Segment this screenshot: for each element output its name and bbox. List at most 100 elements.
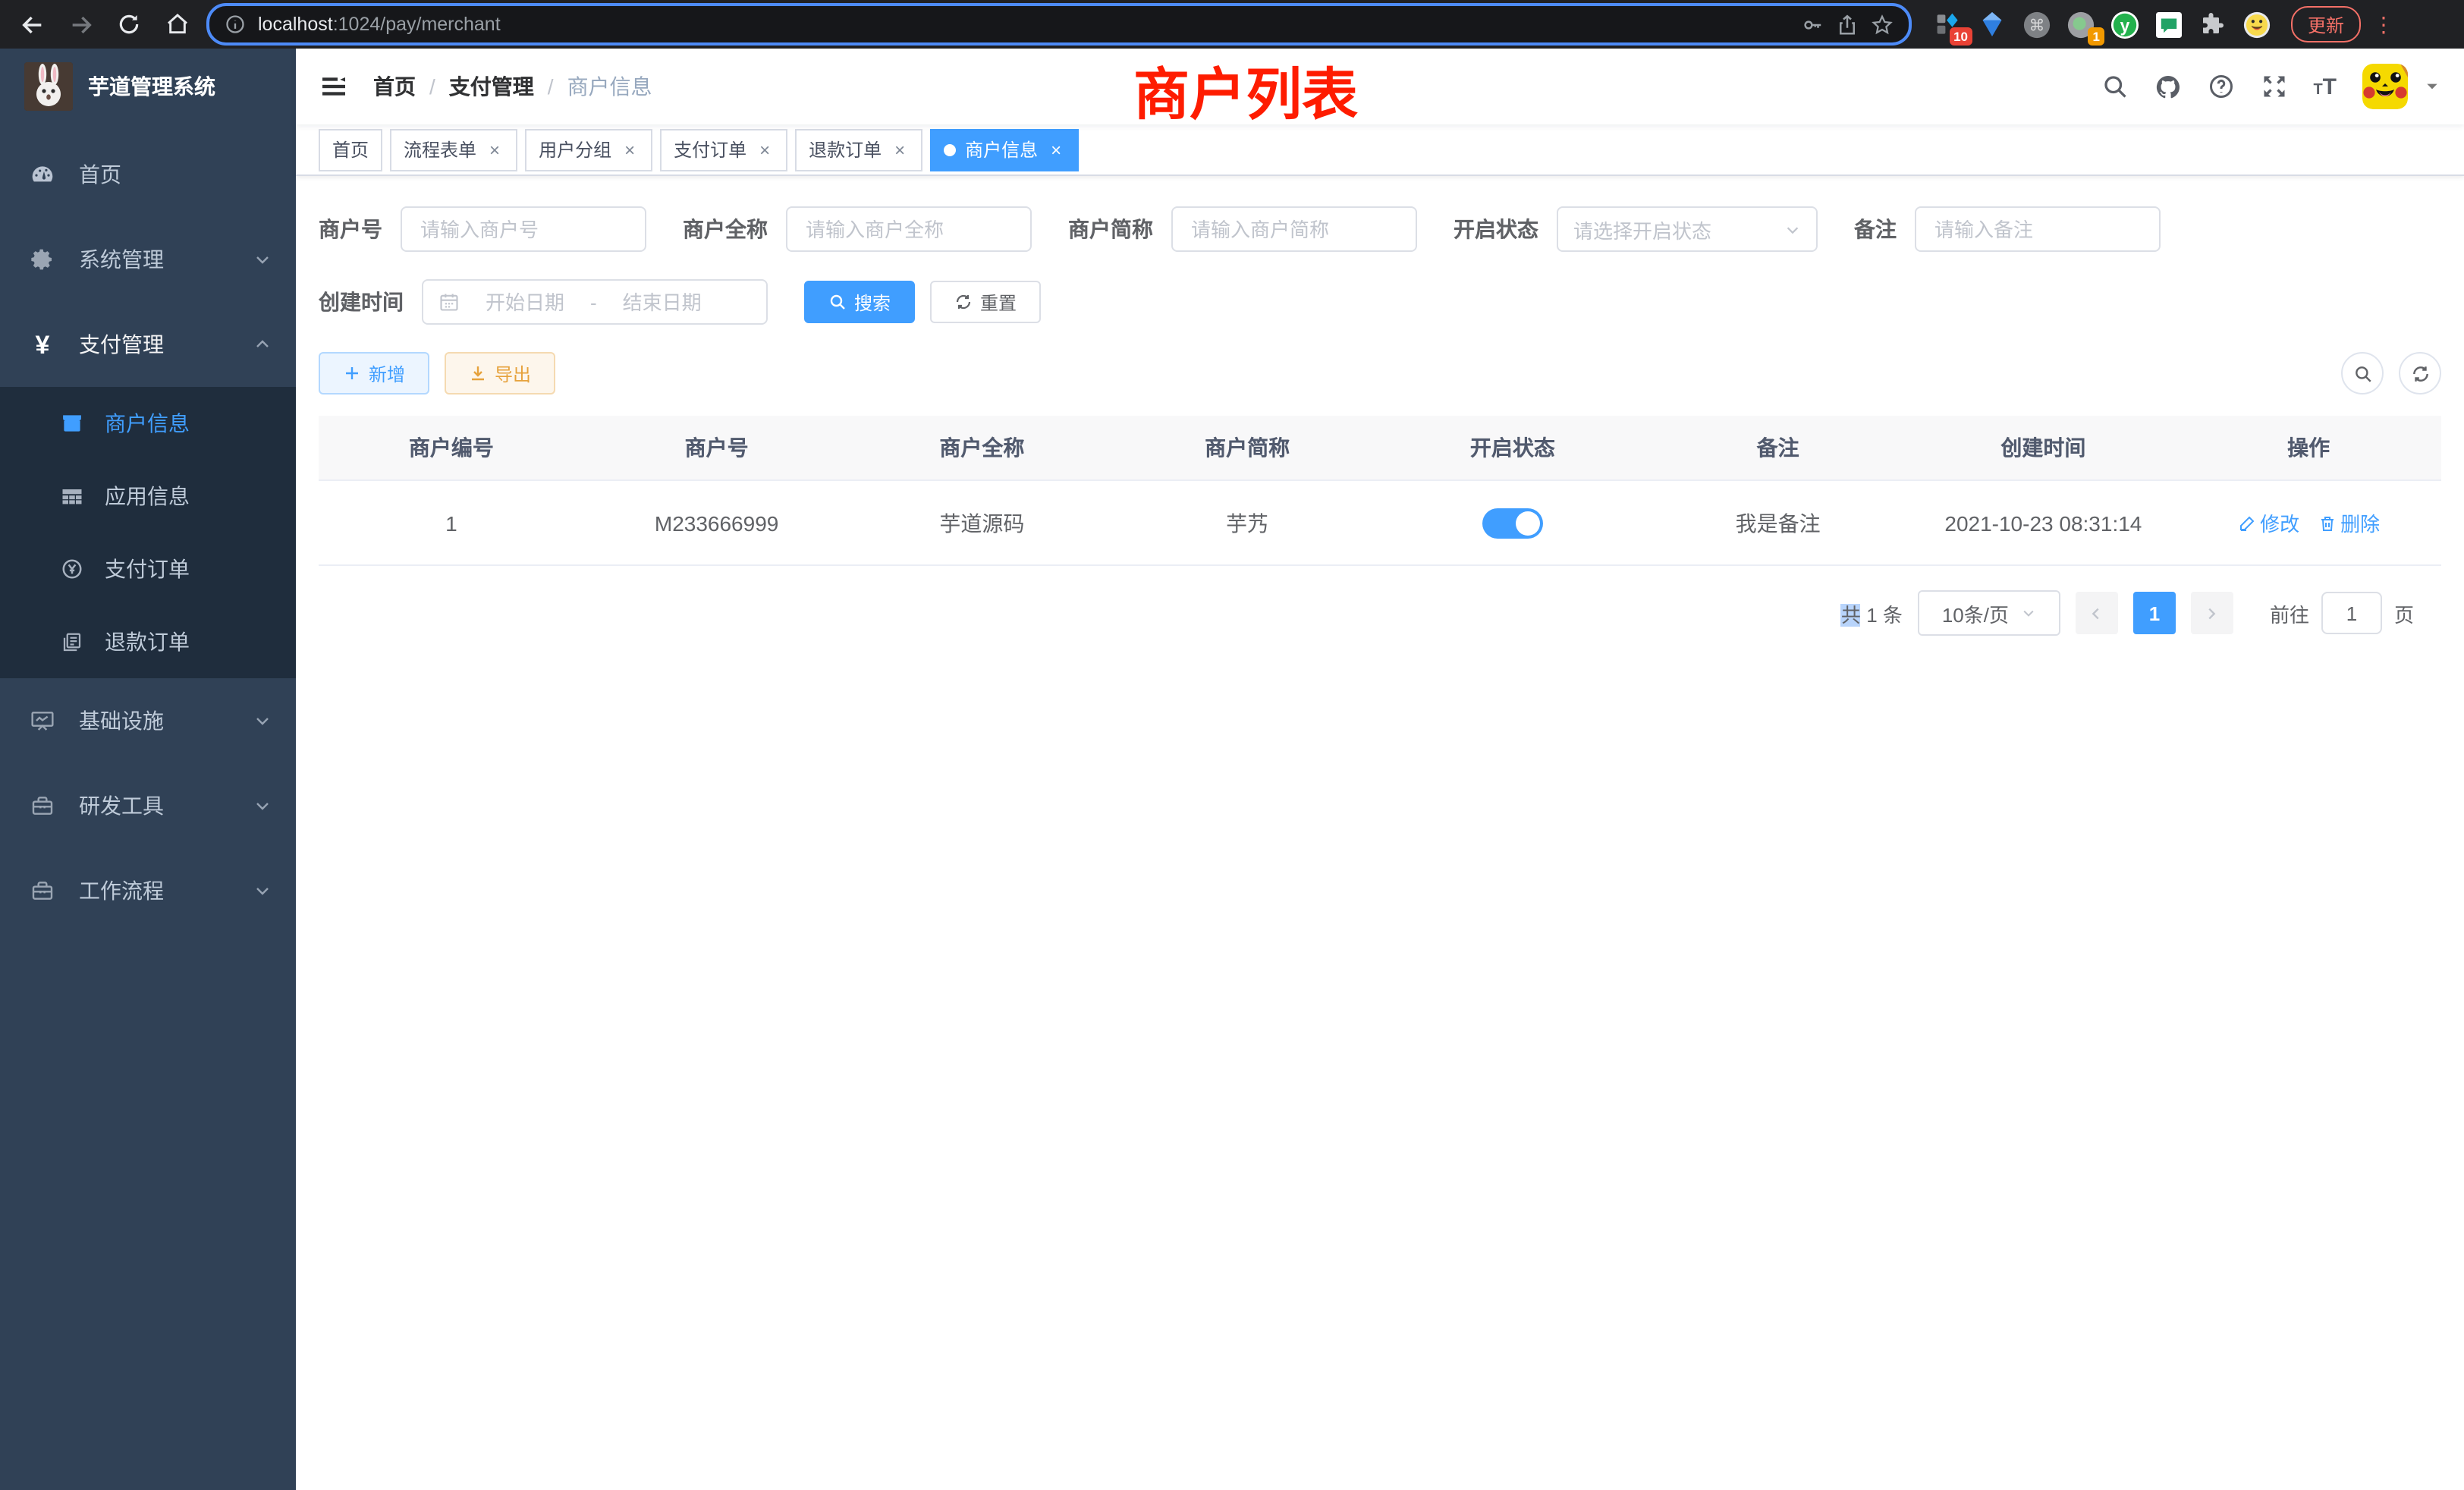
end-date-input	[606, 289, 718, 315]
short-name-input[interactable]	[1171, 206, 1417, 252]
cell-merchant-no: M233666999	[584, 480, 850, 565]
sidebar-item-infra[interactable]: 基础设施	[0, 678, 296, 763]
browser-menu-icon[interactable]: ⋮	[2374, 11, 2393, 37]
breadcrumb: 首页 / 支付管理 / 商户信息	[373, 71, 652, 102]
sidebar-item-label: 退款订单	[105, 627, 190, 657]
caret-down-icon[interactable]	[2425, 79, 2440, 94]
browser-toolbar: localhost:1024/pay/merchant 10 ⌘	[0, 0, 2464, 49]
sidebar-item-app-info[interactable]: 应用信息	[0, 460, 296, 533]
calendar-icon	[438, 291, 460, 313]
sidebar-item-refund-order[interactable]: 退款订单	[0, 605, 296, 678]
filter-create-time: 创建时间 -	[319, 279, 768, 325]
share-icon[interactable]	[1836, 13, 1859, 36]
filter-label: 商户全称	[683, 214, 768, 244]
sidebar-item-system[interactable]: 系统管理	[0, 217, 296, 302]
toggle-search-button[interactable]	[2341, 352, 2384, 395]
sidebar-item-workflow[interactable]: 工作流程	[0, 848, 296, 933]
extension-icon-chat[interactable]	[2153, 9, 2183, 39]
search-button[interactable]: 搜索	[804, 281, 915, 323]
date-range-picker[interactable]: -	[422, 279, 768, 325]
start-date-input	[469, 289, 581, 315]
extension-icon-1[interactable]: 10	[1933, 9, 1963, 39]
password-key-icon[interactable]	[1801, 13, 1824, 36]
github-icon[interactable]	[2154, 73, 2181, 100]
delete-link[interactable]: 删除	[2318, 508, 2380, 537]
extensions-puzzle-icon[interactable]	[2197, 9, 2227, 39]
breadcrumb-home[interactable]: 首页	[373, 71, 416, 102]
sidebar-fold-icon[interactable]	[319, 71, 349, 102]
user-avatar[interactable]	[2362, 64, 2408, 109]
merchant-no-input[interactable]	[401, 206, 646, 252]
breadcrumb-pay[interactable]: 支付管理	[449, 71, 534, 102]
tab-process-form[interactable]: 流程表单×	[390, 128, 517, 171]
prev-page-button[interactable]	[2076, 592, 2118, 634]
cell-full-name: 芋道源码	[850, 480, 1115, 565]
status-select[interactable]: 请选择开启状态	[1557, 206, 1818, 252]
date-separator: -	[590, 291, 597, 313]
browser-update-button[interactable]: 更新	[2291, 6, 2361, 42]
tab-home[interactable]: 首页	[319, 128, 382, 171]
close-icon[interactable]: ×	[756, 139, 774, 160]
extension-icon-3[interactable]: 1	[2065, 9, 2095, 39]
navbar-actions: TT	[2101, 64, 2440, 109]
filter-label: 备注	[1854, 214, 1897, 244]
reload-button[interactable]	[109, 5, 149, 44]
cell-merchant-id: 1	[319, 480, 584, 565]
sidebar-item-pay-order[interactable]: 支付订单	[0, 533, 296, 605]
tab-merchant-info[interactable]: 商户信息×	[930, 128, 1079, 171]
site-info-icon[interactable]	[225, 14, 246, 35]
page-size-select[interactable]: 10条/页	[1918, 590, 2060, 636]
close-icon[interactable]: ×	[1047, 139, 1065, 160]
url-bar[interactable]: localhost:1024/pay/merchant	[206, 3, 1912, 46]
extension-icon-2[interactable]	[1977, 9, 2007, 39]
add-button[interactable]: 新增	[319, 352, 429, 395]
sidebar-item-label: 支付订单	[105, 554, 190, 584]
col-merchant-id: 商户编号	[319, 416, 584, 480]
sidebar-item-dev-tools[interactable]: 研发工具	[0, 763, 296, 848]
extension-icon-command[interactable]: ⌘	[2021, 9, 2051, 39]
filter-remark: 备注	[1854, 206, 2161, 252]
chevron-down-icon	[2021, 605, 2036, 621]
next-page-button[interactable]	[2191, 592, 2233, 634]
sidebar-logo-row[interactable]: 芋道管理系统	[0, 49, 296, 124]
sidebar-item-merchant-info[interactable]: 商户信息	[0, 387, 296, 460]
yen-circle-icon	[61, 558, 83, 580]
sidebar-item-home[interactable]: 首页	[0, 132, 296, 217]
bookmark-star-icon[interactable]	[1871, 13, 1894, 36]
extension-icon-y[interactable]: y	[2109, 9, 2139, 39]
extension-badge: 10	[1949, 27, 1972, 46]
chevron-down-icon	[253, 797, 272, 815]
fullscreen-icon[interactable]	[2260, 73, 2287, 100]
full-name-input[interactable]	[786, 206, 1032, 252]
search-icon[interactable]	[2101, 73, 2128, 100]
font-size-icon[interactable]: TT	[2313, 75, 2337, 98]
tab-user-group[interactable]: 用户分组×	[525, 128, 652, 171]
sidebar-item-label: 首页	[79, 159, 272, 190]
tab-pay-order[interactable]: 支付订单×	[660, 128, 787, 171]
tab-refund-order[interactable]: 退款订单×	[795, 128, 922, 171]
help-icon[interactable]	[2207, 73, 2234, 100]
refresh-button[interactable]	[2399, 352, 2441, 395]
back-button[interactable]	[12, 5, 52, 44]
yen-icon: ¥	[30, 332, 55, 357]
status-toggle[interactable]	[1482, 508, 1543, 538]
export-button[interactable]: 导出	[445, 352, 555, 395]
page-1-button[interactable]: 1	[2133, 592, 2176, 634]
page-content: 商户号 商户全称 商户简称 开启状态 请选择开启状态	[296, 176, 2464, 1490]
edit-link[interactable]: 修改	[2237, 508, 2299, 537]
remark-input[interactable]	[1915, 206, 2161, 252]
close-icon[interactable]: ×	[891, 139, 909, 160]
sidebar-item-pay[interactable]: ¥ 支付管理	[0, 302, 296, 387]
close-icon[interactable]: ×	[486, 139, 504, 160]
grid-icon	[61, 485, 83, 508]
sidebar-item-label: 研发工具	[79, 791, 229, 821]
table-toolbar: 新增 导出	[319, 352, 2441, 395]
close-icon[interactable]: ×	[621, 139, 639, 160]
forward-button[interactable]	[61, 5, 100, 44]
home-button[interactable]	[158, 5, 197, 44]
goto-page-input[interactable]	[2321, 592, 2382, 634]
reset-button[interactable]: 重置	[930, 281, 1041, 323]
browser-profile-avatar[interactable]	[2241, 9, 2271, 39]
sidebar-item-label: 支付管理	[79, 329, 229, 360]
chevron-down-icon	[253, 882, 272, 900]
